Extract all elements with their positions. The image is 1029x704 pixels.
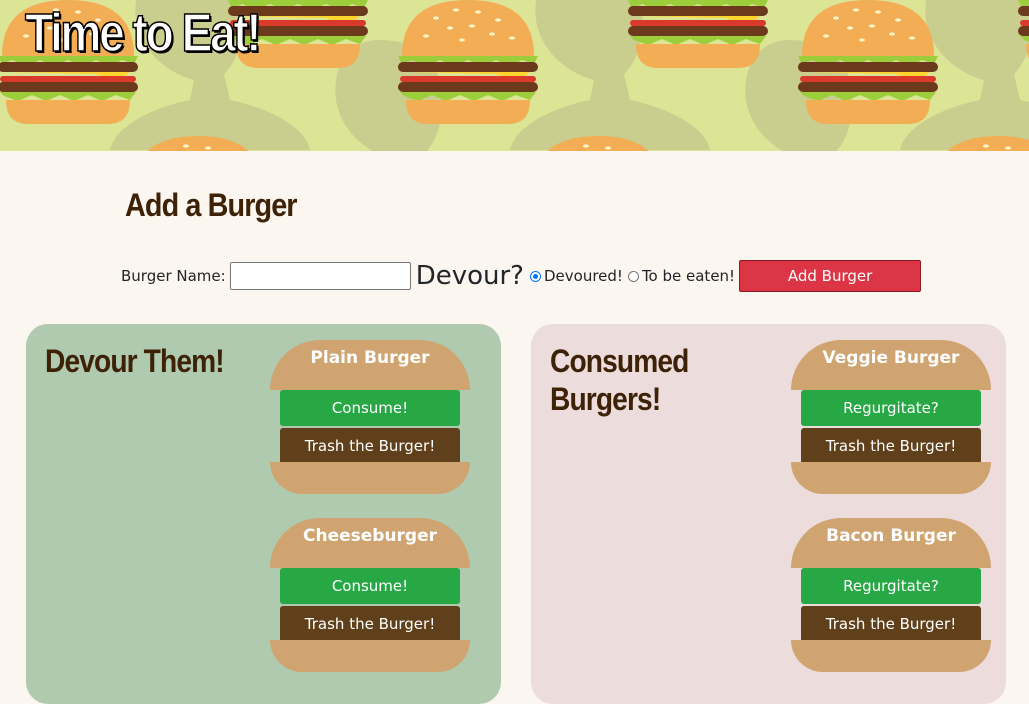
devoured-radio-label: Devoured! — [543, 267, 623, 285]
burger-card-veggie-burger: Veggie Burger Regurgitate? Trash the Bur… — [791, 340, 991, 494]
devour-panel: Devour Them! Plain Burger Consume! Trash… — [26, 324, 501, 704]
consumed-panel-title: Consumed Burgers! — [550, 342, 689, 418]
trash-button[interactable]: Trash the Burger! — [801, 428, 981, 464]
trash-button[interactable]: Trash the Burger! — [801, 606, 981, 642]
burger-card-cheeseburger: Cheeseburger Consume! Trash the Burger! — [270, 518, 470, 672]
burger-name: Bacon Burger — [826, 526, 956, 546]
consumed-panel-title-line2: Burgers! — [550, 381, 661, 417]
devour-panel-title: Devour Them! — [45, 342, 225, 380]
header-banner: Time to Eat! — [0, 0, 1029, 151]
burger-name-label: Burger Name: — [121, 267, 226, 285]
bun-bottom — [270, 462, 470, 494]
trash-button[interactable]: Trash the Burger! — [280, 606, 460, 642]
burger-illustration — [528, 136, 668, 151]
consume-button[interactable]: Consume! — [280, 568, 460, 604]
devour-question-label: Devour? — [415, 261, 524, 291]
add-burger-heading: Add a Burger — [125, 187, 298, 223]
devour-panel-title-text: Devour Them! — [45, 343, 225, 379]
bun-bottom — [270, 640, 470, 672]
burger-card-plain-burger: Plain Burger Consume! Trash the Burger! — [270, 340, 470, 494]
burger-illustration — [1018, 0, 1029, 68]
burger-name: Veggie Burger — [822, 348, 960, 368]
trash-button[interactable]: Trash the Burger! — [280, 428, 460, 464]
to-be-eaten-radio-label: To be eaten! — [641, 267, 736, 285]
consume-button[interactable]: Consume! — [280, 390, 460, 426]
consumed-panel: Consumed Burgers! Veggie Burger Regurgita… — [531, 324, 1006, 704]
burger-illustration — [798, 0, 938, 124]
add-burger-form: Burger Name: Devour? Devoured! To be eat… — [121, 259, 922, 293]
site-title: Time to Eat! — [24, 2, 262, 64]
burger-card-bacon-burger: Bacon Burger Regurgitate? Trash the Burg… — [791, 518, 991, 672]
to-be-eaten-radio[interactable] — [627, 270, 639, 282]
burger-name: Cheeseburger — [302, 526, 438, 546]
burger-name-input[interactable] — [229, 262, 411, 290]
add-burger-button[interactable]: Add Burger — [739, 260, 922, 292]
burger-illustration — [928, 136, 1029, 151]
bun-bottom — [791, 462, 991, 494]
regurgitate-button[interactable]: Regurgitate? — [801, 390, 981, 426]
regurgitate-button[interactable]: Regurgitate? — [801, 568, 981, 604]
burger-illustration — [128, 136, 268, 151]
burger-illustration — [628, 0, 768, 68]
bun-bottom — [791, 640, 991, 672]
burger-name: Plain Burger — [310, 348, 430, 368]
consumed-panel-title-line1: Consumed — [550, 343, 689, 379]
burger-illustration — [398, 0, 538, 124]
devoured-radio[interactable] — [529, 270, 541, 282]
